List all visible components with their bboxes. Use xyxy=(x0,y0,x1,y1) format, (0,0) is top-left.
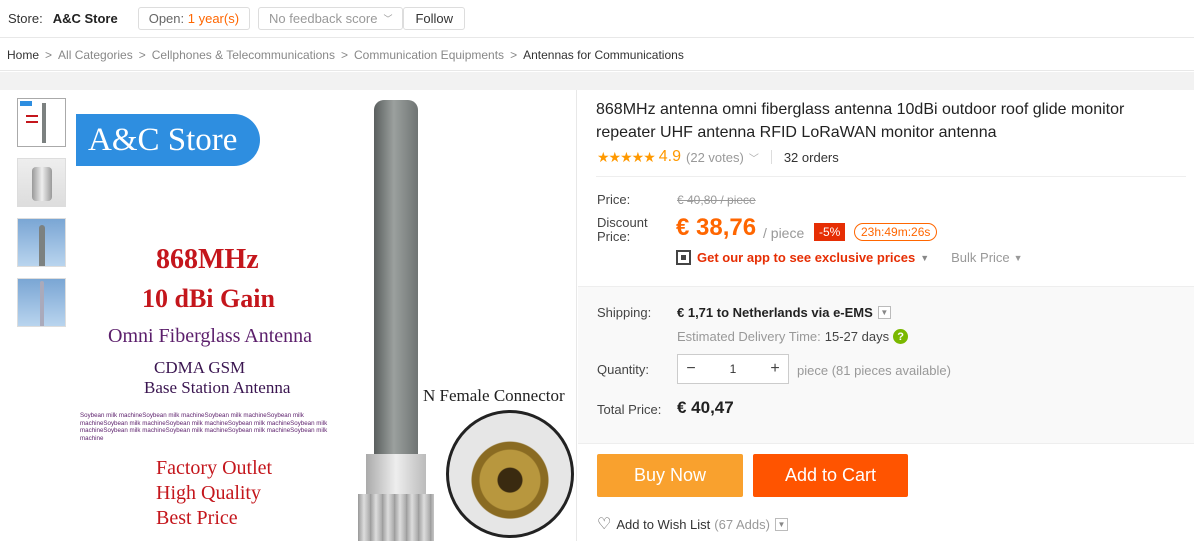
add-to-cart-button[interactable]: Add to Cart xyxy=(753,454,908,497)
breadcrumb-separator: > xyxy=(45,47,53,62)
delivery-estimate: Estimated Delivery Time: 15-27 days ? xyxy=(677,329,909,344)
quantity-input[interactable]: 1 xyxy=(704,362,762,376)
feedback-score-label: No feedback score xyxy=(269,11,378,26)
product-title: 868MHz antenna omni fiberglass antenna 1… xyxy=(596,101,1125,141)
open-label: Open: xyxy=(148,11,185,26)
image-base-text: Base Station Antenna xyxy=(144,378,291,397)
image-gain-text: 10 dBi Gain xyxy=(142,284,275,313)
store-name-link[interactable]: A&C Store xyxy=(53,11,118,26)
breadcrumb-separator: > xyxy=(510,47,518,62)
connector-closeup xyxy=(446,410,574,538)
store-open-badge: Open: 1 year(s) xyxy=(137,7,251,30)
quantity-label: Quantity: xyxy=(597,362,650,377)
help-icon[interactable]: ? xyxy=(893,329,909,344)
shipping-label: Shipping: xyxy=(597,305,652,320)
chevron-down-icon[interactable]: ▼ xyxy=(774,517,788,531)
page-gap xyxy=(0,72,1194,90)
image-promo-text: Factory Outlet High Quality Best Price xyxy=(156,456,272,531)
chevron-down-icon[interactable]: ﹀ xyxy=(749,150,759,165)
thumbnail-4[interactable] xyxy=(17,278,66,327)
price-label: Price: xyxy=(597,192,631,207)
feedback-score-dropdown[interactable]: No feedback score ﹀ xyxy=(258,7,404,30)
product-info: 868MHz antenna omni fiberglass antenna 1… xyxy=(578,90,1194,541)
store-header: Store: A&C Store Open: 1 year(s) No feed… xyxy=(0,0,1194,38)
image-small-text: Soybean milk machineSoybean milk machine… xyxy=(80,412,328,442)
chevron-down-icon: ﹀ xyxy=(383,14,393,24)
votes-count[interactable]: (22 votes) xyxy=(686,150,744,165)
store-label: Store: xyxy=(8,11,43,26)
shipping-method-text: € 1,71 to Netherlands via e-EMS xyxy=(677,305,873,320)
original-price: € 40,80 / piece xyxy=(677,193,756,207)
breadcrumb-separator: > xyxy=(138,47,146,62)
breadcrumb-cellphones[interactable]: Cellphones & Telecommunications xyxy=(152,48,335,62)
antenna-bracket xyxy=(358,494,434,541)
shipping-quantity-panel: Shipping: € 1,71 to Netherlands via e-EM… xyxy=(578,286,1194,444)
image-best-text: Best Price xyxy=(156,507,238,529)
plus-icon[interactable]: + xyxy=(762,360,788,378)
orders-count: 32 orders xyxy=(783,149,839,165)
breadcrumb-separator: > xyxy=(340,47,348,62)
caret-down-icon[interactable]: ▼ xyxy=(1014,253,1023,263)
wishlist-link[interactable]: Add to Wish List xyxy=(616,517,710,532)
per-piece-label: / piece xyxy=(763,225,805,241)
heart-icon[interactable]: ♡ xyxy=(597,514,611,534)
buy-now-button[interactable]: Buy Now xyxy=(597,454,743,497)
qr-code-icon xyxy=(676,250,691,265)
availability-text: piece (81 pieces available) xyxy=(797,363,951,378)
chevron-down-icon[interactable]: ▼ xyxy=(877,306,891,319)
thumbnail-3[interactable] xyxy=(17,218,66,267)
store-banner: A&C Store xyxy=(76,114,260,166)
app-price-row: Get our app to see exclusive prices ▼ Bu… xyxy=(676,250,1023,265)
breadcrumb-communication-equipments[interactable]: Communication Equipments xyxy=(354,48,504,62)
discount-badge: -5% xyxy=(814,223,846,241)
minus-icon[interactable]: − xyxy=(678,360,704,378)
delivery-days: 15-27 days xyxy=(824,329,890,344)
rating-row: ★★★★★ 4.9 (22 votes) ﹀ 32 orders xyxy=(597,148,839,166)
delivery-label: Estimated Delivery Time: xyxy=(677,329,821,344)
thumbnail-1[interactable] xyxy=(17,98,66,147)
product-gallery: A&C Store 868MHz 10 dBi Gain Omni Fiberg… xyxy=(0,90,577,541)
open-value: 1 year(s) xyxy=(187,11,240,26)
discount-price-label: Discount Price: xyxy=(597,215,648,244)
quantity-stepper: − 1 + xyxy=(677,354,789,384)
image-quality-text: High Quality xyxy=(156,482,261,504)
breadcrumb: Home > All Categories > Cellphones & Tel… xyxy=(0,39,1194,71)
app-exclusive-link[interactable]: Get our app to see exclusive prices xyxy=(697,250,915,265)
thumbnail-2[interactable] xyxy=(17,158,66,207)
wishlist-count: (67 Adds) xyxy=(714,516,770,532)
image-connector-text: N Female Connector xyxy=(423,386,565,405)
discount-price: € 38,76 xyxy=(676,214,757,241)
main-product-image[interactable]: A&C Store 868MHz 10 dBi Gain Omni Fiberg… xyxy=(72,90,576,541)
thumbnail-strip xyxy=(17,98,67,338)
divider xyxy=(770,150,772,164)
breadcrumb-antennas[interactable]: Antennas for Communications xyxy=(523,48,684,62)
image-factory-text: Factory Outlet xyxy=(156,457,273,479)
image-freq-text: 868MHz xyxy=(156,244,259,275)
antenna-mount xyxy=(366,454,426,494)
total-price-label: Total Price: xyxy=(597,402,662,417)
divider xyxy=(596,176,1186,177)
countdown-timer: 23h:49m:26s xyxy=(854,223,938,241)
total-price: € 40,47 xyxy=(677,398,734,417)
breadcrumb-home[interactable]: Home xyxy=(7,48,39,62)
image-cdma-text: CDMA GSM xyxy=(154,358,246,377)
breadcrumb-all-categories[interactable]: All Categories xyxy=(58,48,133,62)
bulk-price-dropdown[interactable]: Bulk Price xyxy=(951,250,1010,265)
follow-button[interactable]: Follow xyxy=(403,7,466,30)
rating-score: 4.9 xyxy=(658,148,682,165)
shipping-value[interactable]: € 1,71 to Netherlands via e-EMS ▼ xyxy=(677,305,891,320)
wishlist-row[interactable]: ♡ Add to Wish List (67 Adds) ▼ xyxy=(597,514,788,534)
caret-down-icon[interactable]: ▼ xyxy=(920,253,929,263)
image-omni-text: Omni Fiberglass Antenna xyxy=(108,325,313,347)
star-rating-icon: ★★★★★ xyxy=(597,148,656,165)
